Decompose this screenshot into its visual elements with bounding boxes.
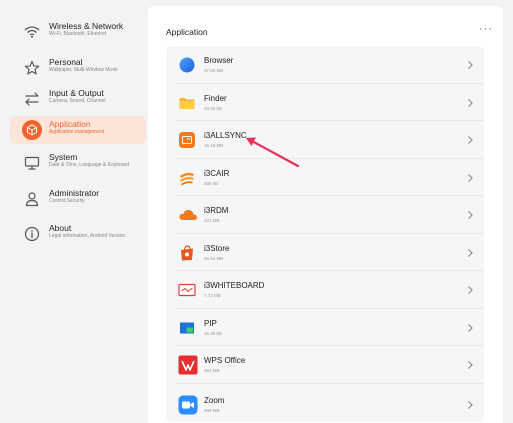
sidebar-item-title: System [49,152,78,162]
sidebar-item-subtitle: Legal information, Android Version [49,233,126,239]
chevron-right-icon [468,173,473,182]
i3allsync-icon [178,131,196,149]
sidebar-item-subtitle: Wallpaper, Multi-Window Mode [49,67,118,73]
store-bag-icon [178,244,196,262]
sidebar-item-title: Wireless & Network [49,21,124,31]
app-name: i3ALLSYNC [204,131,247,140]
chevron-right-icon [468,361,473,369]
app-name: Browser [204,56,234,65]
whiteboard-icon [178,281,196,299]
chevron-right-icon [468,248,473,257]
chevron-right-icon [468,98,473,107]
cloud-icon [178,206,197,224]
app-size: 7.72 MB [204,293,221,298]
sidebar-item-subtitle: Wi-Fi, Bluetooth, Ethernet [49,31,107,37]
application-panel: Application ··· Browser 37.05 MB Finder … [148,6,503,423]
sidebar: Wireless & Network Wi-Fi, Bluetooth, Eth… [10,6,146,423]
app-row-i3whiteboard[interactable]: i3WHITEBOARD 7.72 MB [166,271,484,309]
swap-arrows-icon [22,89,42,109]
app-name: i3CAIR [204,168,230,178]
app-list: Browser 37.05 MB Finder 40.06 kB i3ALLSY… [166,46,484,422]
cube-icon [22,120,42,140]
user-icon [22,189,42,209]
chevron-right-icon [468,136,473,144]
app-row-browser[interactable]: Browser 37.05 MB [166,46,484,84]
app-size: 15.19 MB [204,143,224,148]
star-icon [22,58,42,78]
sidebar-item-title: Input & Output [49,88,104,98]
sidebar-item-wireless-network[interactable]: Wireless & Network Wi-Fi, Bluetooth, Eth… [10,18,146,46]
app-row-pip[interactable]: PIP 16.38 kB [166,309,484,346]
sidebar-item-subtitle: Date & Time, Language & Keyboard [49,162,130,168]
chevron-right-icon [468,400,473,409]
folder-icon [178,94,196,112]
sidebar-item-input-output[interactable]: Input & Output Camera, Sound, Channel [10,85,146,113]
chevron-right-icon [468,286,473,294]
app-row-i3rdm[interactable]: i3RDM 121 MB [166,196,484,234]
sidebar-item-title: About [49,223,72,233]
app-name: Finder [204,93,227,103]
app-name: i3RDM [204,206,229,215]
app-size: 26.54 MB [204,255,224,261]
chevron-right-icon [468,61,473,69]
app-size: 121 MB [204,218,220,223]
app-size: 209 MB [204,407,220,413]
app-name: i3Store [204,243,230,253]
page-title: Application [166,27,208,37]
sidebar-item-system[interactable]: System Date & Time, Language & Keyboard [10,149,146,177]
app-name: WPS Office [204,356,246,365]
i3cair-icon [178,169,196,187]
sidebar-item-title: Administrator [49,188,100,198]
app-size: 37.05 MB [204,68,224,73]
app-size: 40.06 kB [204,105,222,111]
zoom-camera-icon [178,395,198,415]
wifi-icon [22,22,42,42]
sidebar-item-title: Application [49,119,91,129]
app-size: 16.38 kB [204,330,222,336]
app-name: i3WHITEBOARD [204,281,265,290]
wps-office-icon [178,355,198,375]
app-row-i3store[interactable]: i3Store 26.54 MB [166,234,484,271]
chevron-right-icon [468,211,473,219]
sidebar-item-administrator[interactable]: Administrator Control,Security [10,185,146,213]
sidebar-item-personal[interactable]: Personal Wallpaper, Multi-Window Mode [10,54,146,82]
sidebar-item-about[interactable]: About Legal information, Android Version [10,220,146,248]
app-name: Zoom [204,395,225,405]
app-size: 305 kB [204,180,219,186]
app-size: 353 MB [204,368,220,373]
sidebar-item-application[interactable]: Application Application management [10,116,146,144]
chevron-right-icon [468,323,473,332]
app-row-finder[interactable]: Finder 40.06 kB [166,84,484,121]
sidebar-item-subtitle: Application management [49,129,105,135]
app-row-wps-office[interactable]: WPS Office 353 MB [166,346,484,384]
app-name: PIP [204,318,217,328]
pip-icon [178,319,196,337]
browser-icon [178,56,196,74]
app-row-i3allsync[interactable]: i3ALLSYNC 15.19 MB [166,121,484,159]
more-options-button[interactable]: ··· [479,23,493,35]
sidebar-item-subtitle: Control,Security [49,198,85,204]
info-icon [22,224,42,244]
sidebar-item-title: Personal [49,57,83,67]
app-row-i3cair[interactable]: i3CAIR 305 kB [166,159,484,196]
app-row-zoom[interactable]: Zoom 209 MB [166,384,484,422]
sidebar-item-subtitle: Camera, Sound, Channel [49,98,106,104]
monitor-icon [22,153,42,173]
